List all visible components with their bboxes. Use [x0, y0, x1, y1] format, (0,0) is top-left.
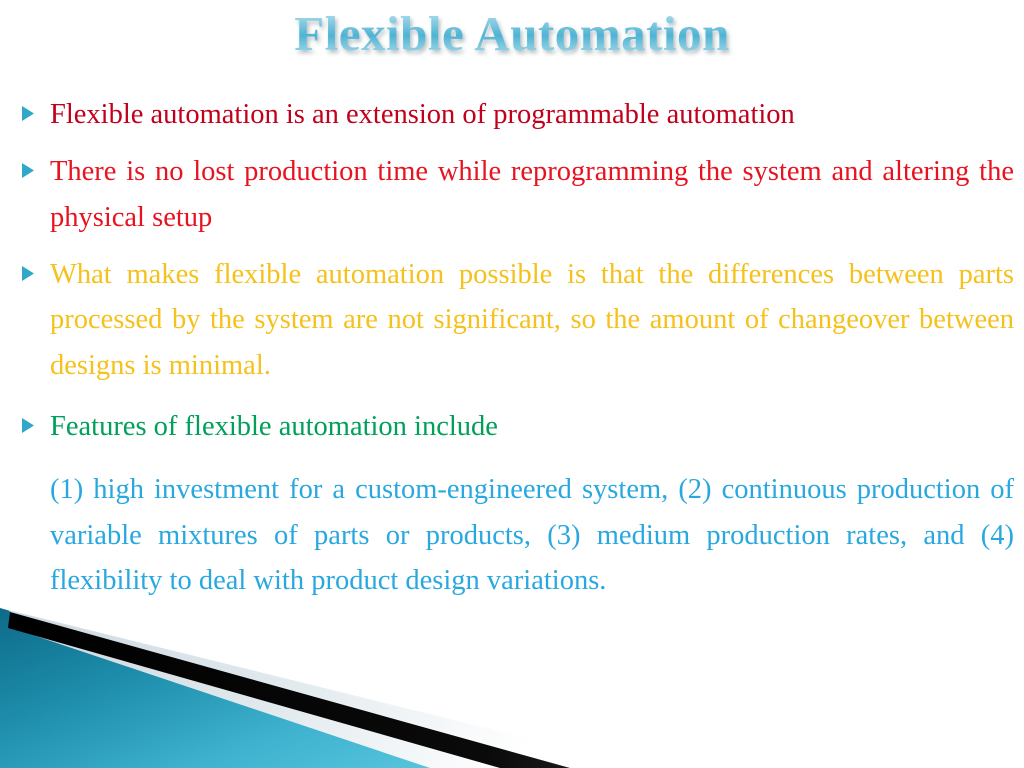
bullet-item-1: Flexible automation is an extension of p…: [20, 92, 1016, 137]
bullet-text-4: Features of flexible automation include: [50, 410, 498, 442]
bullet-item-4: Features of flexible automation include: [20, 404, 1016, 449]
paragraph-features-list: (1) high investment for a custom-enginee…: [20, 467, 1016, 603]
triangle-right-icon: [20, 92, 50, 122]
slide-body: Flexible automation is an extension of p…: [20, 92, 1016, 603]
paragraph-text: (1) high investment for a custom-enginee…: [50, 474, 1014, 596]
slide-title: Flexible Automation: [0, 7, 1024, 61]
decoration-ribbon-bands: [8, 610, 608, 768]
bullet-text-3: What makes flexible automation possible …: [50, 258, 1014, 381]
decoration-teal-wedge: [0, 608, 560, 768]
triangle-right-icon: [20, 149, 50, 179]
bullet-text-2: There is no lost production time while r…: [50, 156, 1014, 233]
slide-canvas: Flexible Automation Flexible automation …: [0, 0, 1024, 768]
bullet-text-1: Flexible automation is an extension of p…: [50, 99, 795, 130]
triangle-right-icon: [20, 252, 50, 282]
bullet-item-3: What makes flexible automation possible …: [20, 252, 1016, 388]
bullet-item-2: There is no lost production time while r…: [20, 149, 1016, 240]
triangle-right-icon: [20, 404, 50, 434]
